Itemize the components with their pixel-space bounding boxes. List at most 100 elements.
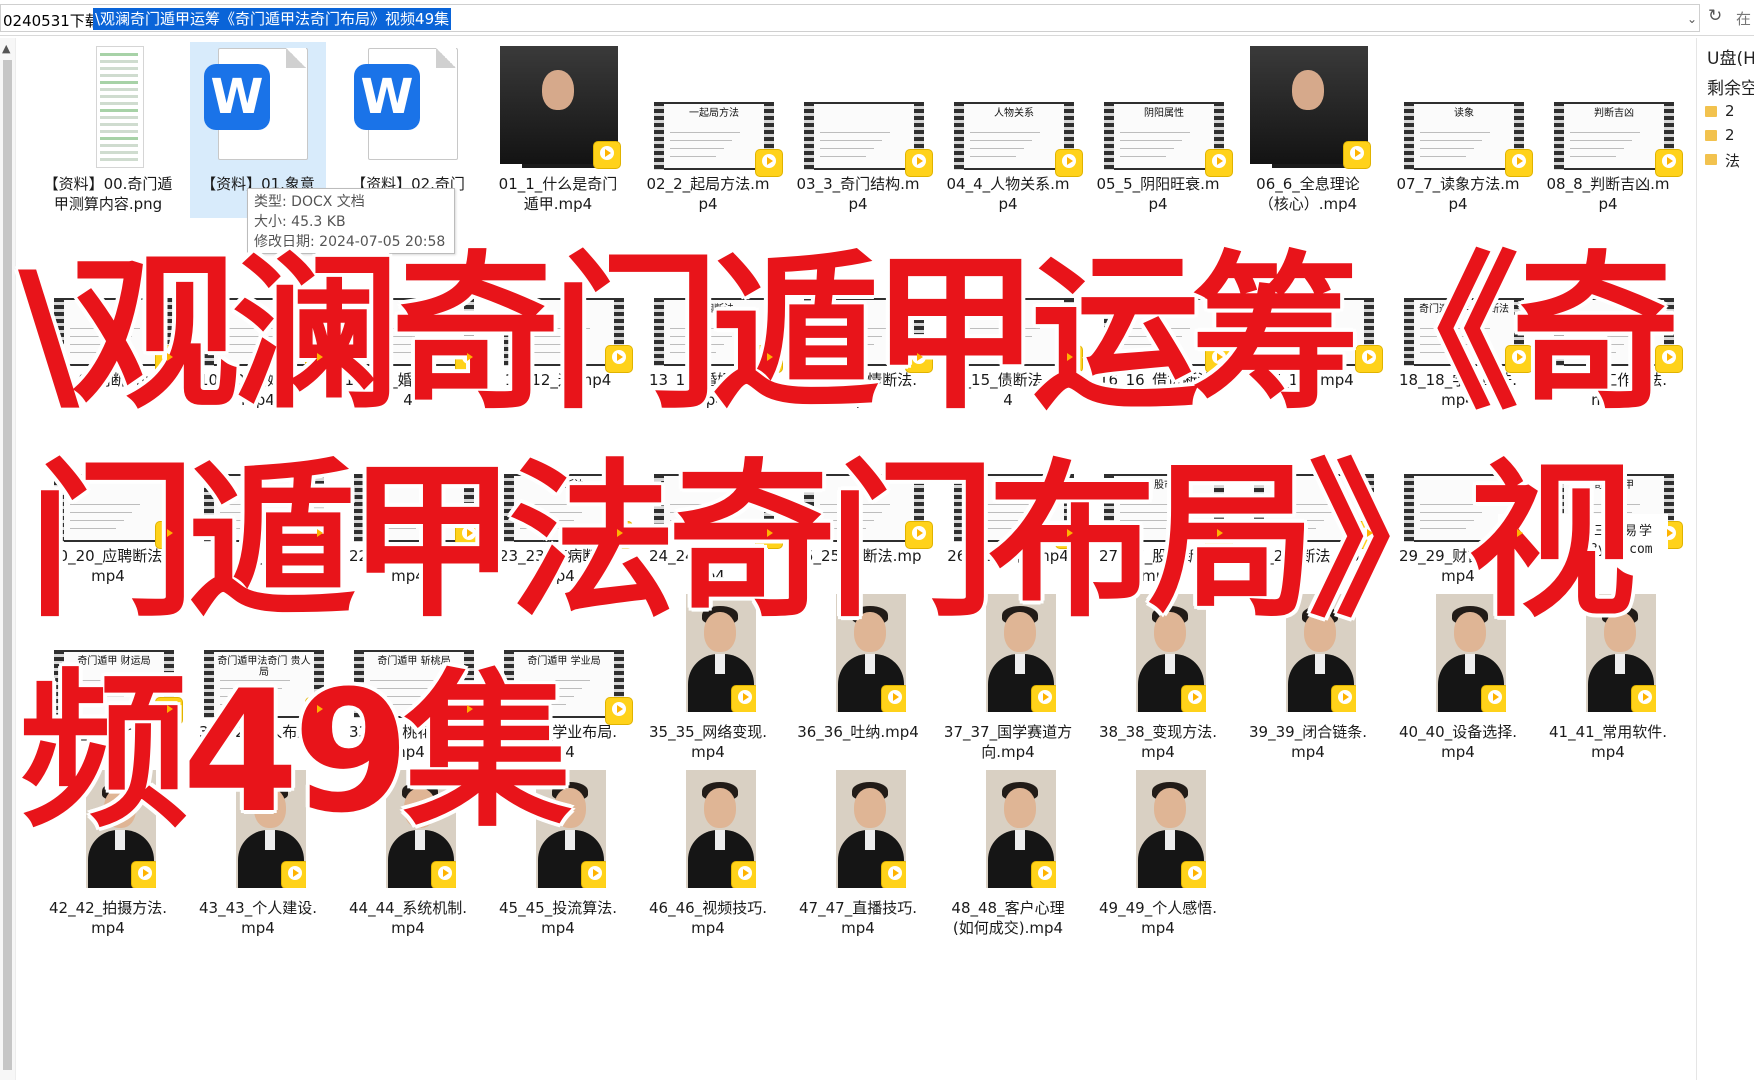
file-item[interactable]: 19_19_工作断法.mp4 [1540,238,1682,414]
file-item[interactable]: 44_44_系统机制.mp4 [340,766,476,942]
slide-text-line [70,688,132,689]
file-item[interactable]: 25_25_判断法.mp4 [790,414,932,590]
file-item[interactable]: 奇门遁甲 学业局 34_34_学业布局.mp4 [490,590,632,766]
slide-text-line [1570,156,1616,157]
file-item[interactable]: 49_49_个人感悟.mp4 [1090,766,1226,942]
file-item[interactable]: 一起局方法 02_2_起局方法.mp4 [640,42,782,218]
file-item[interactable]: 17_17_.mp4 [1240,238,1382,414]
path-selected-text[interactable]: \观澜奇门遁甲运筹《奇门遁甲法奇门布局》视频49集 [93,8,452,30]
file-item[interactable]: 39_39_闭合链条.mp4 [1240,590,1376,766]
player-icon [1056,346,1082,372]
file-item[interactable]: 12_12_运.mp4 [490,238,632,414]
refresh-icon[interactable]: ↻ [1708,6,1722,26]
file-item[interactable]: 奇门遁甲 财运局 31_31_.mp4 [40,590,182,766]
player-icon [756,346,782,372]
file-item[interactable]: 40_40_设备选择.mp4 [1390,590,1526,766]
file-item[interactable]: 人物关系 04_4_人物关系.mp4 [940,42,1082,218]
file-item[interactable]: 41_41_常用软件.mp4 [1540,590,1676,766]
file-name: 01_1_什么是奇门遁甲.mp4 [498,175,618,213]
player-icon [456,346,482,372]
slide-text-line [1420,140,1482,141]
scroll-up-icon[interactable]: ▲ [2,42,10,55]
file-name: 26_26_合作.mp4 [947,547,1069,565]
video-thumbnail [1586,594,1656,712]
presenter-shirt [865,830,875,850]
video-thumbnail: 借贷 [1104,298,1232,372]
file-item[interactable]: 奇门遁甲学业局断法 18_18_学业断法.mp4 [1390,238,1532,414]
file-item[interactable]: 股市 27_27_股市断法.mp4 [1090,414,1232,590]
file-item[interactable]: 疾病断法 23_23_疾病断法.mp4 [490,414,632,590]
file-item[interactable]: 43_43_个人建设.mp4 [190,766,326,942]
slide-heading: 股市 [1154,480,1174,491]
file-item[interactable]: 22_22_寻物断法.mp4 [340,414,482,590]
film-perforation [1104,102,1114,170]
file-item[interactable]: 38_38_变现方法.mp4 [1090,590,1226,766]
file-item[interactable]: 47_47_直播技巧.mp4 [790,766,926,942]
file-item[interactable]: 过债 15_15_债断法.mp4 [940,238,1082,414]
file-item[interactable]: 借贷 16_16_借贷断法.mp4 [1090,238,1232,414]
file-item[interactable]: 【资料】00.奇门遁甲测算内容.png [40,42,176,218]
address-bar[interactable]: 0240531下载 \观澜奇门遁甲运筹《奇门遁甲法奇门布局》视频49集 ⌄ [0,4,1700,32]
file-item[interactable]: 20_20_应聘断法.mp4 [40,414,182,590]
file-item[interactable]: 阴阳属性 05_5_阴阳旺衰.mp4 [1090,42,1232,218]
chevron-down-icon[interactable]: ⌄ [1687,12,1697,26]
file-item[interactable]: 42_42_拍摄方法.mp4 [40,766,176,942]
player-icon [456,698,482,724]
presenter-head [254,788,286,828]
slide-text-line [370,344,424,345]
file-item[interactable]: 46_46_视频技巧.mp4 [640,766,776,942]
video-thumbnail: 奇门遁甲法奇门 贵人局 [204,650,332,724]
video-thumbnail [236,770,306,888]
player-icon [1206,346,1232,372]
word-logo-icon: W [204,64,270,130]
folder-icon [1705,106,1717,117]
slide-text-line [670,132,740,133]
slide-text-line [1120,148,1174,149]
file-item[interactable]: 读象 07_7_读象方法.mp4 [1390,42,1532,218]
file-item[interactable]: 10_10_婚姻断法.mp4 [190,238,332,414]
slide-text-line [370,704,416,705]
file-name: 03_3_奇门结构.mp4 [796,175,920,213]
file-item[interactable]: 01_1_什么是奇门遁甲.mp4 [490,42,626,218]
file-item[interactable]: 11_11_婚姻局.mp4 [340,238,482,414]
file-item[interactable]: 奇门遁甲 斩桃局 33_33_桃花布局.mp4 [340,590,482,766]
file-item[interactable]: 03_3_奇门结构.mp4 [790,42,932,218]
file-item[interactable]: 09_9_判断.mp4 [40,238,182,414]
file-item[interactable]: 28_28_断法.mp4 [1240,414,1382,590]
drive-label[interactable]: U盘(H [1707,44,1754,69]
file-item[interactable]: 36_36_吐纳.mp4 [790,590,926,766]
file-item[interactable]: 45_45_投流算法.mp4 [490,766,626,942]
file-item[interactable]: 判断吉凶 08_8_判断吉凶.mp4 [1540,42,1682,218]
image-row [100,53,138,56]
file-item[interactable]: 作局 26_26_合作.mp4 [940,414,1082,590]
slide-text-line [670,156,716,157]
slide-text-line [220,680,290,681]
player-icon [132,862,156,888]
file-name: 08_8_判断吉凶.mp4 [1546,175,1670,213]
vertical-scrollbar[interactable]: ▲ [0,38,16,1080]
slide-text-line [970,140,1032,141]
file-item[interactable]: 婚姻断法 13_13_婚姻方法.mp4 [640,238,782,414]
file-item[interactable]: 35_35_网络变现.mp4 [640,590,776,766]
search-box[interactable]: 在 [1736,8,1751,29]
nav-folder-item[interactable]: 2 [1725,102,1735,120]
file-item[interactable]: 06_6_全息理论（核心）.mp4 [1240,42,1376,218]
file-item[interactable]: 37_37_国学赛道方向.mp4 [940,590,1076,766]
presenter-head [1154,788,1186,828]
video-thumbnail [804,474,932,548]
nav-folder-item[interactable]: 法 [1725,150,1740,171]
file-item[interactable]: 14_14_感情断法.mp4 [790,238,932,414]
file-item[interactable]: 21_21_.mp4 [190,414,332,590]
file-item[interactable]: 奇门遁甲法奇门 贵人局 32_32_贵人布局.mp4 [190,590,332,766]
file-item[interactable]: 测孕断法 24_24_测孕断法.mp4 [640,414,782,590]
page-fold [286,48,306,68]
file-item[interactable]: 48_48_客户心理(如何成交).mp4 [940,766,1076,942]
slide-text-line [1420,328,1490,329]
slide-text-line [970,520,1024,521]
scroll-thumb[interactable] [3,60,12,1070]
presenter-head [854,612,886,652]
player-icon [156,698,182,724]
file-name: 46_46_视频技巧.mp4 [649,899,767,937]
nav-folder-item[interactable]: 2 [1725,126,1735,144]
slide-text-line [670,148,724,149]
